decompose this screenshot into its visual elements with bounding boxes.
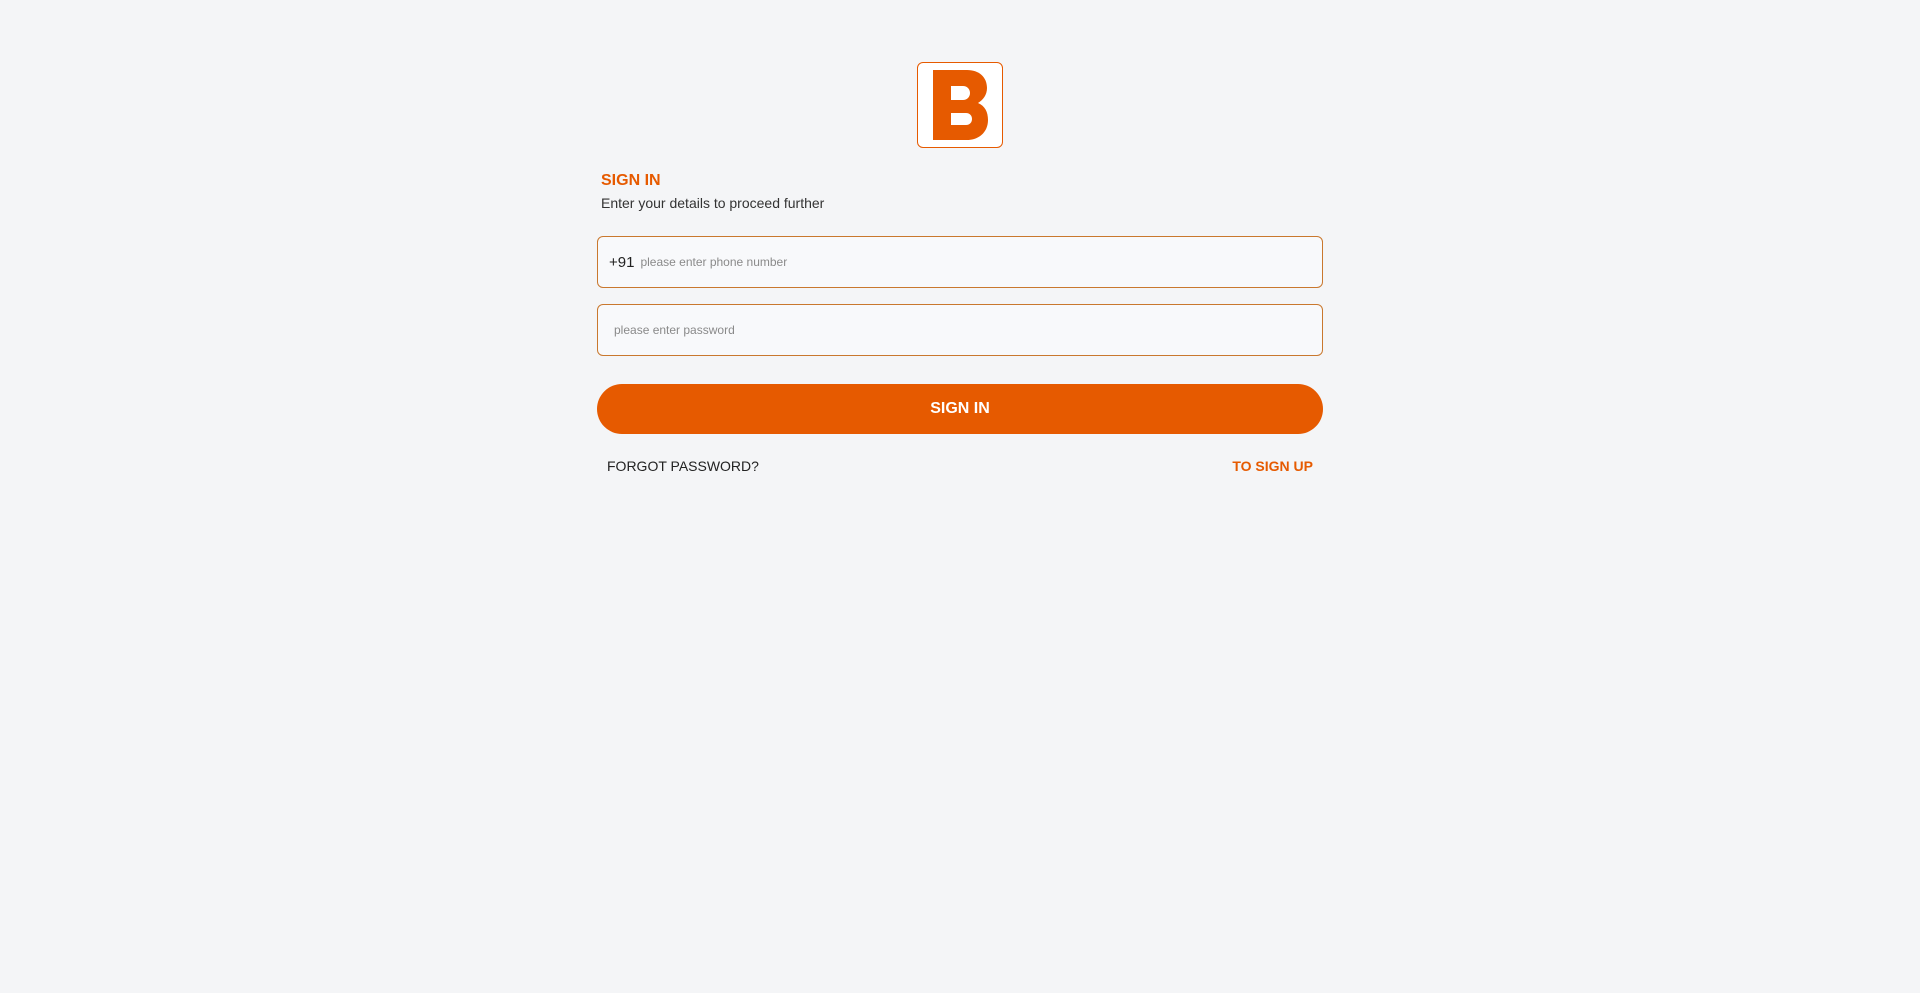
sign-in-button[interactable]: SIGN IN — [597, 384, 1323, 434]
phone-input[interactable] — [640, 237, 1322, 287]
page-subtitle: Enter your details to proceed further — [601, 195, 825, 211]
password-field[interactable] — [597, 304, 1323, 356]
country-code-prefix: +91 — [609, 253, 635, 271]
page-title: SIGN IN — [601, 172, 661, 189]
brand-b-logo-icon — [933, 70, 988, 140]
phone-field[interactable]: +91 — [597, 236, 1323, 288]
sign-up-link[interactable]: TO SIGN UP — [1232, 458, 1313, 474]
password-input[interactable] — [614, 305, 1322, 355]
form-header: SIGN IN Enter your details to proceed fu… — [601, 171, 824, 212]
brand-logo — [917, 62, 1003, 148]
sign-in-page: SIGN IN Enter your details to proceed fu… — [0, 0, 1920, 993]
forgot-password-link[interactable]: FORGOT PASSWORD? — [607, 458, 759, 474]
